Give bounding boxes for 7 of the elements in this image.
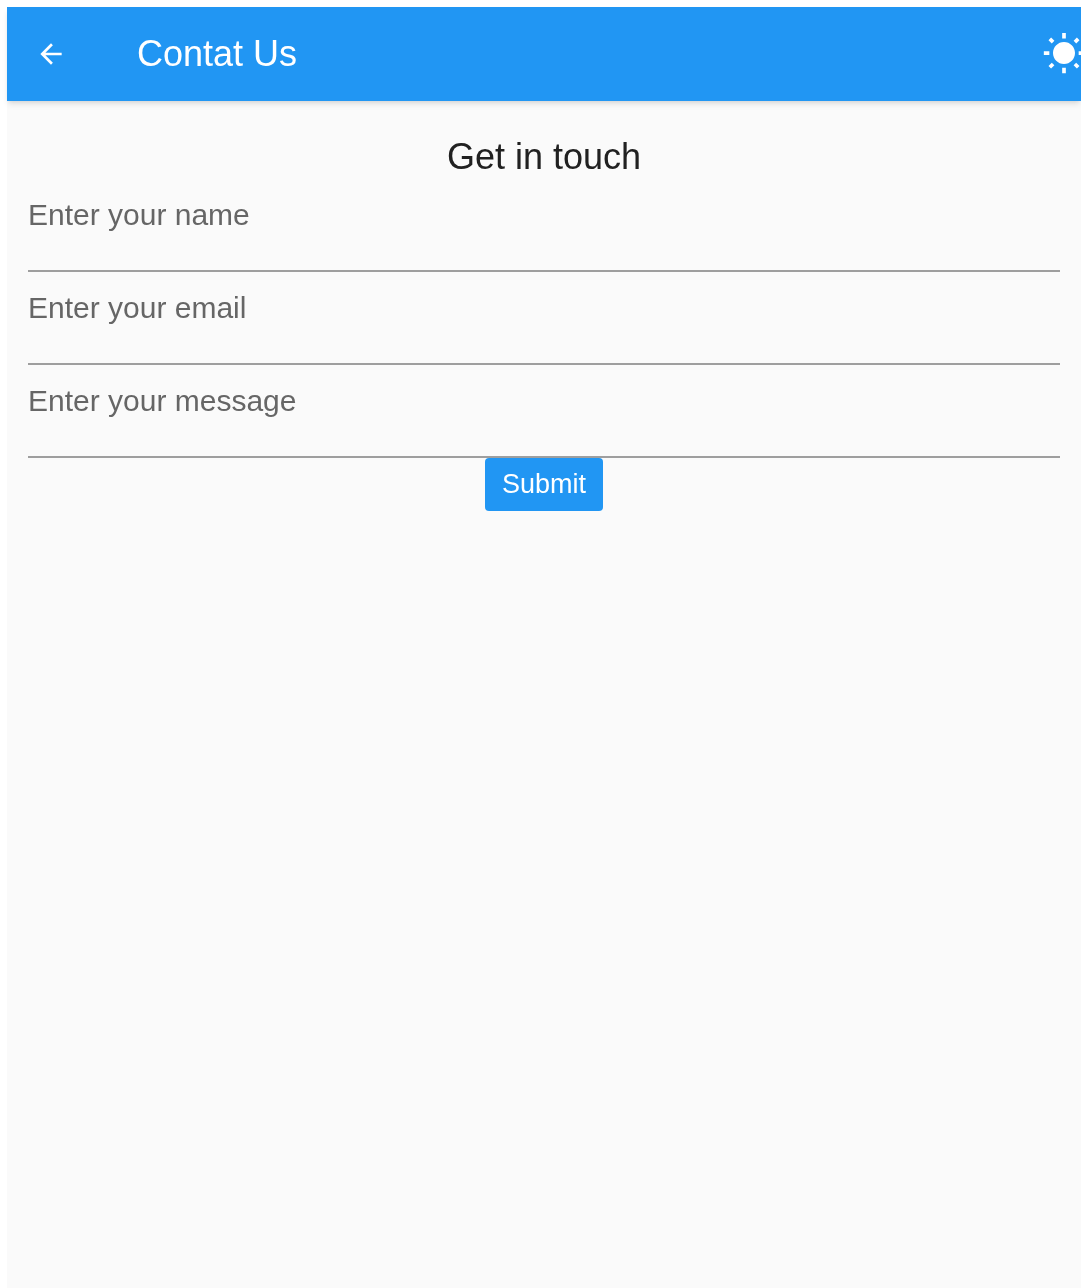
text-field[interactable]: Enter your name	[28, 179, 1060, 272]
sun-icon	[1042, 32, 1081, 76]
submit-button[interactable]: Submit	[485, 458, 603, 511]
form-heading: Get in touch	[446, 135, 642, 179]
app-bar-title: Contat Us	[137, 32, 298, 76]
text-field[interactable]: Enter your email	[28, 272, 1060, 365]
text-field[interactable]: Enter your message	[28, 365, 1060, 458]
